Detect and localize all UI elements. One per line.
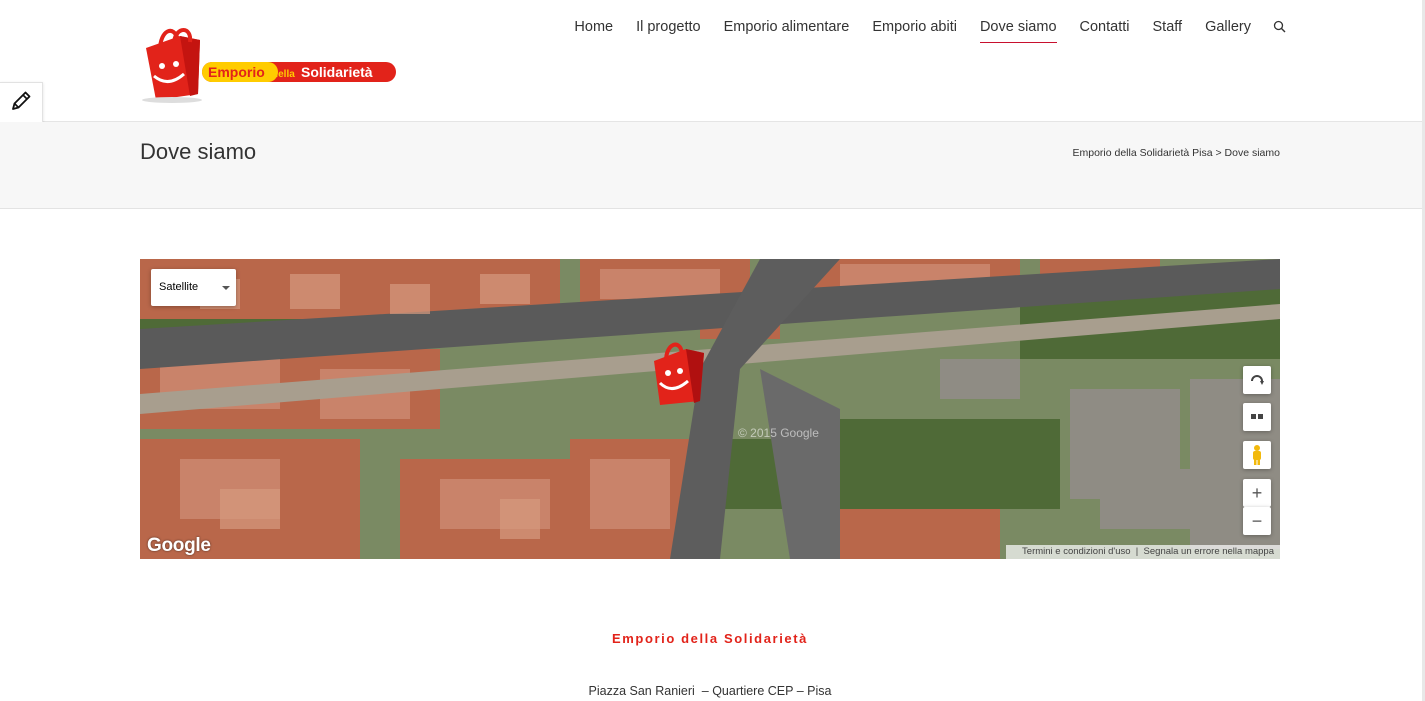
chevron-down-icon bbox=[222, 286, 230, 290]
nav-il-progetto[interactable]: Il progetto bbox=[636, 19, 701, 35]
breadcrumb-current: Dove siamo bbox=[1224, 147, 1280, 159]
search-icon[interactable] bbox=[1273, 20, 1287, 34]
pencil-icon bbox=[9, 89, 33, 118]
svg-text:Solidarietà: Solidarietà bbox=[301, 64, 373, 80]
page-title: Dove siamo bbox=[140, 139, 257, 164]
nav-staff[interactable]: Staff bbox=[1153, 19, 1183, 35]
google-logo[interactable]: Google bbox=[147, 535, 211, 557]
rotate-icon[interactable] bbox=[1243, 366, 1271, 394]
map-terms-link[interactable]: Termini e condizioni d'uso bbox=[1022, 546, 1130, 557]
map-report-link[interactable]: Segnala un errore nella mappa bbox=[1144, 546, 1274, 557]
svg-text:Emporio: Emporio bbox=[208, 64, 265, 80]
map-copyright: © 2015 Google bbox=[738, 426, 819, 440]
nav-dove-siamo[interactable]: Dove siamo bbox=[979, 19, 1057, 43]
nav-emporio-abiti[interactable]: Emporio abiti bbox=[872, 19, 957, 35]
nav-home[interactable]: Home bbox=[574, 19, 613, 35]
main-nav: Home Il progetto Emporio alimentare Empo… bbox=[551, 18, 1287, 43]
pegman-icon[interactable] bbox=[1243, 441, 1271, 469]
breadcrumb: Emporio della Solidarietà Pisa > Dove si… bbox=[1072, 147, 1280, 159]
map-type-label: Satellite bbox=[159, 281, 199, 293]
site-logo[interactable]: Emporio della Solidarietà bbox=[140, 22, 398, 104]
map-marker-icon[interactable] bbox=[648, 339, 708, 407]
site-header: Emporio della Solidarietà Home Il proget… bbox=[0, 0, 1425, 122]
breadcrumb-home[interactable]: Emporio della Solidarietà Pisa bbox=[1072, 147, 1212, 159]
zoom-in-icon[interactable]: + bbox=[1243, 479, 1271, 507]
nav-emporio-alimentare[interactable]: Emporio alimentare bbox=[724, 19, 850, 35]
map-footer: Termini e condizioni d'uso | Segnala un … bbox=[1006, 545, 1280, 559]
address-text: Piazza San Ranieri – Quartiere CEP – Pis… bbox=[588, 684, 832, 698]
svg-text:della: della bbox=[272, 69, 295, 80]
map-type-select[interactable]: Satellite bbox=[151, 269, 236, 306]
page-title-bar: Dove siamo Emporio della Solidarietà Pis… bbox=[0, 122, 1425, 209]
satellite-imagery bbox=[140, 259, 1280, 559]
google-map[interactable]: © 2015 Google Satellite + − Google Termi… bbox=[140, 259, 1280, 559]
edit-button[interactable] bbox=[0, 82, 43, 125]
breadcrumb-separator: > bbox=[1215, 147, 1222, 159]
nav-contatti[interactable]: Contatti bbox=[1080, 19, 1130, 35]
tilt-icon[interactable] bbox=[1243, 403, 1271, 431]
nav-gallery[interactable]: Gallery bbox=[1205, 19, 1251, 35]
org-name-heading: Emporio della Solidarietà bbox=[611, 631, 809, 646]
zoom-out-icon[interactable]: − bbox=[1243, 507, 1271, 535]
